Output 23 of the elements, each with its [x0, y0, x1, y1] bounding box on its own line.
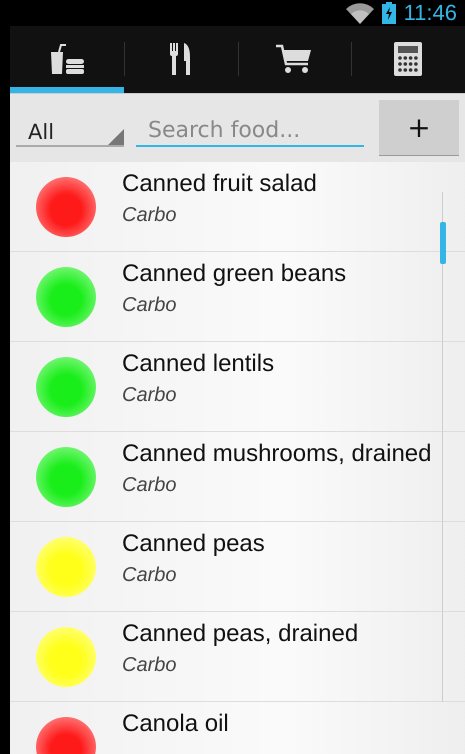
wifi-icon — [346, 2, 374, 24]
food-name: Canned peas — [122, 530, 265, 558]
food-category: Carbo — [122, 654, 176, 677]
food-category: Carbo — [122, 294, 176, 317]
food-category: Carbo — [122, 384, 176, 407]
search-field[interactable]: Search food... — [136, 115, 364, 147]
food-category: Carbo — [122, 564, 176, 587]
food-category: Carbo — [122, 204, 176, 227]
food-name: Canned peas, drained — [122, 620, 358, 648]
status-time: 11:46 — [404, 0, 457, 26]
category-dropdown[interactable]: All — [16, 119, 124, 147]
add-button[interactable]: + — [379, 100, 459, 156]
food-category: Carbo — [122, 474, 176, 497]
food-name: Canned green beans — [122, 260, 346, 288]
drink-and-burger-icon — [50, 44, 84, 74]
cart-icon — [276, 44, 312, 74]
food-name: Canola oil — [122, 710, 229, 738]
food-name: Canned mushrooms, drained — [122, 440, 432, 468]
food-name: Canned fruit salad — [122, 170, 317, 198]
fork-and-knife-icon — [170, 42, 192, 74]
scroll-thumb — [440, 222, 446, 264]
calculator-icon — [394, 42, 422, 76]
food-name: Canned lentils — [122, 350, 274, 378]
